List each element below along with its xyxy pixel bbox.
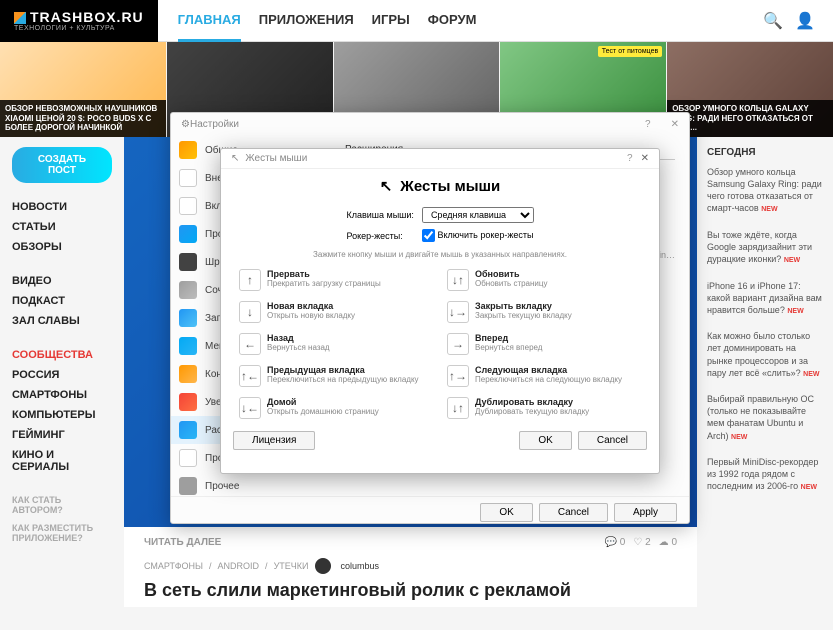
create-post-button[interactable]: СОЗДАТЬ ПОСТ xyxy=(12,147,112,183)
read-more-link[interactable]: ЧИТАТЬ ДАЛЕЕ xyxy=(144,537,221,548)
gesture-back: ←НазадВернуться назад xyxy=(237,329,435,359)
gestures-grid: ↑ПрерватьПрекратить загрузку страницы ↓↑… xyxy=(221,265,659,423)
gestures-heading: ↖ Жесты мыши xyxy=(221,169,659,203)
promo-card[interactable]: ОБЗОР НЕВОЗМОЖНЫХ НАУШНИКОВ XIAOMI ЦЕНОЙ… xyxy=(0,42,166,137)
dialog-title: Жесты мыши xyxy=(245,153,307,164)
sidebar-heading: СЕГОДНЯ xyxy=(707,147,823,158)
sidebar-left: СОЗДАТЬ ПОСТ НОВОСТИ СТАТЬИ ОБЗОРЫ ВИДЕО… xyxy=(0,137,124,607)
sidebar-right: СЕГОДНЯ Обзор умного кольца Samsung Gala… xyxy=(697,137,833,607)
rocker-label: Рокер-жесты: xyxy=(346,231,413,241)
nav-apps[interactable]: ПРИЛОЖЕНИЯ xyxy=(259,0,354,42)
news-item[interactable]: Вы тоже ждёте, когда Google зарядизайнит… xyxy=(707,229,823,266)
main-nav: ГЛАВНАЯ ПРИЛОЖЕНИЯ ИГРЫ ФОРУМ xyxy=(178,0,477,42)
author-name[interactable]: columbus xyxy=(341,561,380,571)
gesture-close-tab: ↓→Закрыть вкладкуЗакрыть текущую вкладку xyxy=(445,297,643,327)
sidebar-link[interactable]: ЗАЛ СЛАВЫ xyxy=(12,311,112,331)
close-icon[interactable]: ✕ xyxy=(641,153,649,164)
likes-count[interactable]: ♡ 2 xyxy=(633,537,650,548)
gesture-prev-tab: ↑←Предыдущая вкладкаПереключиться на пре… xyxy=(237,361,435,391)
article-title: В сеть слили маркетинговый ролик с рекла… xyxy=(124,574,697,607)
sidebar-link[interactable]: ПОДКАСТ xyxy=(12,291,112,311)
news-item[interactable]: iPhone 16 и iPhone 17: какой вариант диз… xyxy=(707,280,823,317)
gear-icon: ⚙ xyxy=(181,119,190,130)
apply-button[interactable]: Apply xyxy=(614,503,677,522)
comments-count[interactable]: 💬 0 xyxy=(605,537,626,548)
help-icon[interactable]: ? xyxy=(627,153,633,164)
sidebar-link[interactable]: СООБЩЕСТВА xyxy=(12,345,112,365)
rocker-checkbox[interactable]: Включить рокер-жесты xyxy=(422,229,534,242)
news-item[interactable]: Первый MiniDisc-рекордер из 1992 года ря… xyxy=(707,456,823,493)
avatar[interactable] xyxy=(315,558,331,574)
cancel-button[interactable]: Cancel xyxy=(578,431,647,450)
site-header: TRASHBOX.RU ТЕХНОЛОГИИ + КУЛЬТУРА ГЛАВНА… xyxy=(0,0,833,42)
cursor-icon: ↖ xyxy=(380,177,393,195)
sidebar-link[interactable]: КИНО И СЕРИАЛЫ xyxy=(12,445,112,477)
logo[interactable]: TRASHBOX.RU ТЕХНОЛОГИИ + КУЛЬТУРА xyxy=(0,0,158,42)
cancel-button[interactable]: Cancel xyxy=(539,503,608,522)
settings-item-other[interactable]: Прочее xyxy=(171,472,301,496)
news-item[interactable]: Выбирай правильную ОС (только не показыв… xyxy=(707,393,823,442)
close-icon[interactable]: ✕ xyxy=(671,119,679,130)
sidebar-link[interactable]: ГЕЙМИНГ xyxy=(12,425,112,445)
user-icon[interactable]: 👤 xyxy=(795,11,815,31)
gestures-hint: Зажмите кнопку мыши и двигайте мышь в ук… xyxy=(221,250,659,265)
gesture-forward: →ВпередВернуться вперед xyxy=(445,329,643,359)
gesture-next-tab: ↑→Следующая вкладкаПереключиться на след… xyxy=(445,361,643,391)
search-icon[interactable]: 🔍 xyxy=(763,11,783,31)
help-icon[interactable]: ? xyxy=(645,119,651,130)
sidebar-link[interactable]: КАК СТАТЬ АВТОРОМ? xyxy=(12,491,112,519)
sidebar-link[interactable]: КОМПЬЮТЕРЫ xyxy=(12,405,112,425)
dialog-title: Настройки xyxy=(190,119,239,130)
ok-button[interactable]: OK xyxy=(480,503,532,522)
sidebar-link[interactable]: СМАРТФОНЫ xyxy=(12,385,112,405)
sidebar-link[interactable]: ОБЗОРЫ xyxy=(12,237,112,257)
sidebar-link[interactable]: НОВОСТИ xyxy=(12,197,112,217)
shares-count[interactable]: ☁ 0 xyxy=(659,537,677,548)
gesture-home: ↓←ДомойОткрыть домашнюю страницу xyxy=(237,393,435,423)
gesture-duplicate: ↓↑Дублировать вкладкуДублировать текущую… xyxy=(445,393,643,423)
news-item[interactable]: Как можно было столько лет доминировать … xyxy=(707,330,823,379)
nav-games[interactable]: ИГРЫ xyxy=(372,0,410,42)
sidebar-link[interactable]: КАК РАЗМЕСТИТЬ ПРИЛОЖЕНИЕ? xyxy=(12,519,112,547)
nav-forum[interactable]: ФОРУМ xyxy=(428,0,477,42)
mouse-key-select[interactable]: Средняя клавиша xyxy=(422,207,534,223)
ok-button[interactable]: OK xyxy=(519,431,571,450)
mouse-gestures-dialog: ↖ Жесты мыши ? ✕ ↖ Жесты мыши Клавиша мы… xyxy=(220,148,660,474)
cursor-icon: ↖ xyxy=(231,153,239,164)
promo-card[interactable]: ОБЗОР УМНОГО КОЛЬЦА GALAXY RING: РАДИ НЕ… xyxy=(667,42,833,137)
sidebar-link[interactable]: СТАТЬИ xyxy=(12,217,112,237)
sidebar-link[interactable]: РОССИЯ xyxy=(12,365,112,385)
gesture-reload: ↓↑ОбновитьОбновить страницу xyxy=(445,265,643,295)
license-button[interactable]: Лицензия xyxy=(233,431,315,450)
gesture-new-tab: ↓Новая вкладкаОткрыть новую вкладку xyxy=(237,297,435,327)
sidebar-link[interactable]: ВИДЕО xyxy=(12,271,112,291)
gesture-stop: ↑ПрерватьПрекратить загрузку страницы xyxy=(237,265,435,295)
nav-main[interactable]: ГЛАВНАЯ xyxy=(178,0,241,42)
news-item[interactable]: Обзор умного кольца Samsung Galaxy Ring:… xyxy=(707,166,823,215)
mouse-key-label: Клавиша мыши: xyxy=(346,210,413,220)
breadcrumb: СМАРТФОНЫ / ANDROID / УТЕЧКИ columbus xyxy=(124,558,697,574)
